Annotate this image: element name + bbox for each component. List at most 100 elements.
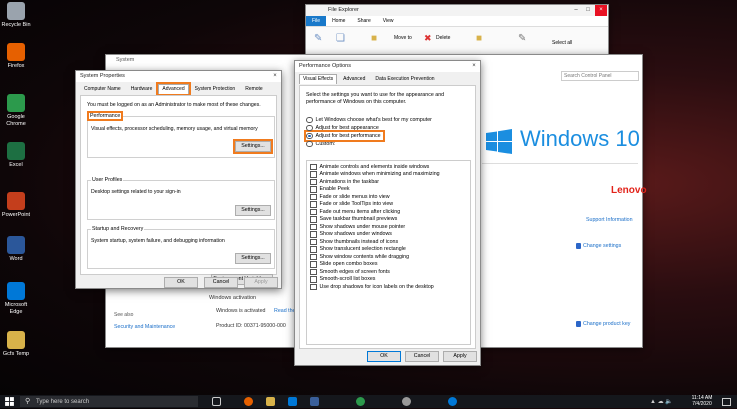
maximize-icon[interactable]: □ — [582, 5, 594, 16]
checkbox-unchecked-icon[interactable] — [310, 268, 317, 275]
system-properties-dialog[interactable]: System Properties × Computer Name Hardwa… — [75, 70, 282, 289]
performance-options-titlebar[interactable]: Performance Options × — [295, 61, 480, 72]
system-tray[interactable]: ▲ ☁ 🔈 — [650, 398, 673, 405]
settings-taskbar-icon[interactable] — [402, 397, 411, 406]
clock[interactable]: 11:14 AM 7/4/2020 — [688, 395, 716, 407]
effect-checkbox-item[interactable]: Fade or slide menus into view — [310, 193, 467, 201]
new-folder-icon[interactable]: ■ — [476, 33, 482, 44]
effect-checkbox-item[interactable]: Animate controls and elements inside win… — [310, 163, 467, 171]
effect-checkbox-item[interactable]: Smooth edges of screen fonts — [310, 268, 467, 276]
effect-checkbox-item[interactable]: Show shadows under mouse pointer — [310, 223, 467, 231]
folder-move-icon[interactable]: ■ — [371, 33, 377, 44]
checkbox-unchecked-icon[interactable] — [310, 201, 317, 208]
close-icon[interactable]: × — [269, 71, 281, 82]
delete-button[interactable]: Delete — [436, 35, 450, 41]
desktop-icon[interactable]: Firefox — [0, 43, 32, 70]
tab-advanced[interactable]: Advanced — [339, 74, 369, 84]
checkbox-unchecked-icon[interactable] — [310, 246, 317, 253]
effect-checkbox-item[interactable]: Fade or slide ToolTips into view — [310, 201, 467, 209]
ok-button[interactable]: OK — [367, 351, 401, 362]
checkbox-unchecked-icon[interactable] — [310, 216, 317, 223]
performance-settings-button[interactable]: Settings... — [233, 139, 273, 154]
desktop-icon[interactable]: PowerPoint — [0, 192, 32, 219]
checkbox-unchecked-icon[interactable] — [310, 223, 317, 230]
checkbox-unchecked-icon[interactable] — [310, 163, 317, 170]
desktop-icon[interactable]: Word — [0, 236, 32, 263]
ribbon-tab-view[interactable]: View — [377, 16, 400, 26]
start-button[interactable] — [4, 396, 15, 407]
effects-list[interactable]: Animate controls and elements inside win… — [306, 160, 471, 345]
performance-options-dialog[interactable]: Performance Options × Visual Effects Adv… — [294, 60, 481, 366]
system-properties-titlebar[interactable]: System Properties × — [76, 71, 281, 82]
ribbon-tab-home[interactable]: Home — [326, 16, 351, 26]
tab-advanced[interactable]: Advanced — [156, 82, 191, 96]
explorer-titlebar[interactable]: File Explorer – □ × — [306, 5, 608, 16]
chrome-taskbar-icon[interactable] — [356, 397, 365, 406]
checkbox-unchecked-icon[interactable] — [310, 238, 317, 245]
copy-icon[interactable]: ❏ — [336, 33, 345, 44]
store-taskbar-icon[interactable] — [310, 397, 319, 406]
effect-checkbox-item[interactable]: Animations in the taskbar — [310, 178, 467, 186]
checkbox-unchecked-icon[interactable] — [310, 276, 317, 283]
visual-effects-radio[interactable]: Adjust for best performance — [304, 130, 385, 142]
support-information-link[interactable]: Support Information — [586, 217, 633, 223]
cancel-button[interactable]: Cancel — [204, 277, 238, 288]
effect-checkbox-item[interactable]: Slide open combo boxes — [310, 261, 467, 269]
effect-checkbox-item[interactable]: Show shadows under windows — [310, 231, 467, 239]
desktop-icon[interactable]: Google Chrome — [0, 94, 32, 127]
notification-icon[interactable] — [722, 398, 731, 406]
effect-checkbox-item[interactable]: Show translucent selection rectangle — [310, 246, 467, 254]
effect-checkbox-item[interactable]: Animate windows when minimizing and maxi… — [310, 171, 467, 179]
mail-taskbar-icon[interactable] — [288, 397, 297, 406]
taskbar-search-box[interactable]: ⚲ Type here to search — [20, 396, 198, 407]
firefox-taskbar-icon[interactable] — [244, 397, 253, 406]
desktop-icon[interactable]: Recycle Bin — [0, 2, 32, 29]
desktop-icon[interactable]: Gcfs Temp — [0, 331, 32, 358]
tab-data-execution-prevention[interactable]: Data Execution Prevention — [371, 74, 438, 84]
effect-checkbox-item[interactable]: Fade out menu items after clicking — [310, 208, 467, 216]
tab-computer-name[interactable]: Computer Name — [80, 84, 125, 94]
file-explorer-taskbar-icon[interactable] — [266, 397, 275, 406]
edge-taskbar-icon[interactable] — [448, 397, 457, 406]
effect-checkbox-item[interactable]: Show window contents while dragging — [310, 253, 467, 261]
user-profiles-settings-button[interactable]: Settings... — [235, 205, 271, 216]
tab-system-protection[interactable]: System Protection — [191, 84, 240, 94]
startup-recovery-settings-button[interactable]: Settings... — [235, 253, 271, 264]
select-all-button[interactable]: Select all — [552, 40, 572, 46]
tab-visual-effects[interactable]: Visual Effects — [299, 74, 338, 84]
move-to-button[interactable]: Move to — [394, 35, 412, 41]
effect-checkbox-item[interactable]: Use drop shadows for icon labels on the … — [310, 283, 467, 291]
ok-button[interactable]: OK — [164, 277, 198, 288]
delete-icon[interactable]: ✖ — [424, 33, 432, 44]
control-panel-search-input[interactable]: Search Control Panel — [561, 71, 639, 81]
pin-icon[interactable]: ✎ — [314, 33, 322, 44]
visual-effects-radio[interactable]: Adjust for best appearance — [306, 124, 471, 132]
checkbox-unchecked-icon[interactable] — [310, 178, 317, 185]
checkbox-unchecked-icon[interactable] — [310, 231, 317, 238]
ribbon-tab-share[interactable]: Share — [351, 16, 376, 26]
checkbox-unchecked-icon[interactable] — [310, 253, 317, 260]
effect-checkbox-item[interactable]: Enable Peek — [310, 186, 467, 194]
checkbox-unchecked-icon[interactable] — [310, 208, 317, 215]
ribbon-tab-file[interactable]: File — [306, 16, 327, 26]
security-maintenance-link[interactable]: Security and Maintenance — [114, 324, 175, 330]
checkbox-unchecked-icon[interactable] — [310, 186, 317, 193]
read-license-link[interactable]: Read the — [274, 308, 296, 314]
close-icon[interactable]: × — [595, 5, 607, 16]
effect-checkbox-item[interactable]: Smooth-scroll list boxes — [310, 276, 467, 284]
apply-button[interactable]: Apply — [443, 351, 477, 362]
cancel-button[interactable]: Cancel — [405, 351, 439, 362]
desktop-icon[interactable]: Microsoft Edge — [0, 282, 32, 315]
properties-icon[interactable]: ✎ — [518, 33, 526, 44]
close-icon[interactable]: × — [468, 61, 480, 72]
minimize-icon[interactable]: – — [570, 5, 582, 16]
checkbox-unchecked-icon[interactable] — [310, 261, 317, 268]
tab-remote[interactable]: Remote — [241, 84, 267, 94]
checkbox-unchecked-icon[interactable] — [310, 193, 317, 200]
visual-effects-radio[interactable]: Let Windows choose what's best for my co… — [306, 116, 471, 124]
tab-hardware[interactable]: Hardware — [127, 84, 157, 94]
checkbox-unchecked-icon[interactable] — [310, 283, 317, 290]
apply-button[interactable]: Apply — [244, 277, 278, 288]
change-settings-link[interactable]: Change settings — [583, 243, 621, 249]
effect-checkbox-item[interactable]: Show thumbnails instead of icons — [310, 238, 467, 246]
